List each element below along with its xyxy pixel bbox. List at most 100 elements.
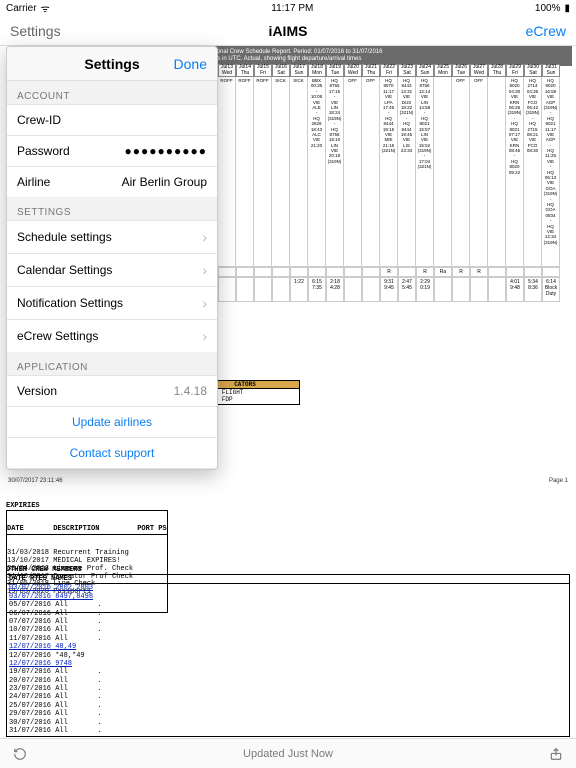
bottom-toolbar: Updated Just Now (0, 738, 576, 768)
grid-foot-val (272, 277, 290, 302)
chevron-right-icon: › (202, 229, 207, 245)
crew-row[interactable]: 12/07/2016 48,49 (7, 643, 569, 651)
grid-foot-label (272, 267, 290, 277)
grid-foot-val (254, 277, 272, 302)
crew-row: 20/07/2016 All . (7, 677, 569, 685)
crew-row: 07/07/2016 All . (7, 618, 569, 626)
other-crew-header: DATE RTES NAMES (7, 575, 569, 584)
grid-foot-label (326, 267, 344, 277)
page-meta: 30/07/2017 23:11:46 Page 1 (8, 478, 568, 484)
row-password[interactable]: Password ●●●●●●●●●● (7, 135, 217, 166)
grid-foot-label (524, 267, 542, 277)
grid-cell: BBX 00:35 - 10:08 VIE ALE - HQ 2629 18:4… (308, 77, 326, 267)
crew-row: 23/07/2016 All . (7, 685, 569, 693)
crew-row: 25/07/2016 All . (7, 702, 569, 710)
contact-support-button[interactable]: Contact support (7, 437, 217, 469)
crew-row: 24/07/2016 All . (7, 693, 569, 701)
grid-foot-val (362, 277, 380, 302)
grid-foot-val (236, 277, 254, 302)
grid-foot-label: Ra (434, 267, 452, 277)
grid-foot-val: 6:15 7:35 (308, 277, 326, 302)
expiries-header: DATE DESCRIPTION PORT PS (7, 526, 167, 535)
grid-foot-val: 1:22 (290, 277, 308, 302)
grid-foot-label (236, 267, 254, 277)
grid-foot-val: 6:14 Block Duty (542, 277, 560, 302)
crew-row[interactable]: 12/07/2016 9748 (7, 660, 569, 668)
grid-foot-val (470, 277, 488, 302)
grid-cell: ROFF (254, 77, 272, 267)
notification-settings-label: Notification Settings (17, 296, 123, 310)
grid-head-cell: Jul17Sun (290, 64, 308, 77)
grid-foot-label (218, 267, 236, 277)
grid-cell (488, 77, 506, 267)
grid-foot-val: 2:18 4:28 (326, 277, 344, 302)
grid-head-cell: Jul20Wed (344, 64, 362, 77)
grid-cell: ROFF (236, 77, 254, 267)
grid-cell: HQ 8755 17:15 - VIE LIN 18:24 (319N) - H… (326, 77, 344, 267)
grid-head-cell: Jul21Thu (362, 64, 380, 77)
grid-cell: HQ 8756 12:14 VIE LIN 14:58 - HQ 8021 15… (416, 77, 434, 267)
grid-foot-label (506, 267, 524, 277)
crew-row: 11/07/2016 All . (7, 635, 569, 643)
grid-cell: HQ 8020 04:30 VIE KRN 06:26 (319N) - HQ … (506, 77, 524, 267)
grid-foot-label (542, 267, 560, 277)
nav-title: iAIMS (269, 23, 308, 39)
row-version: Version 1.4.18 (7, 375, 217, 406)
schedule-settings-label: Schedule settings (17, 230, 112, 244)
nav-settings-button[interactable]: Settings (10, 23, 61, 39)
version-label: Version (17, 384, 57, 398)
battery-icon: ▮ (564, 3, 570, 14)
popover-title: Settings (84, 56, 139, 72)
grid-head-cell: Jul14Thu (236, 64, 254, 77)
row-crew-id[interactable]: Crew-ID (7, 104, 217, 135)
grid-foot-label (362, 267, 380, 277)
expiries-title: EXPIRIES (6, 502, 168, 510)
chevron-right-icon: › (202, 262, 207, 278)
crew-row: 06/07/2016 All . (7, 610, 569, 618)
grid-foot-val (218, 277, 236, 302)
status-time: 11:17 PM (271, 3, 313, 14)
grid-head-cell: Jul15Fri (254, 64, 272, 77)
grid-foot-label (488, 267, 506, 277)
grid-cell: HQ 8570 11:17 VIE LPA 17:46 - HQ 8444 19… (380, 77, 398, 267)
password-value: ●●●●●●●●●● (125, 144, 207, 158)
toolbar-status: Updated Just Now (243, 748, 333, 760)
section-application: APPLICATION (7, 352, 217, 375)
row-calendar-settings[interactable]: Calendar Settings › (7, 253, 217, 286)
crew-row[interactable]: 03/07/2016 8497,8498 (7, 593, 569, 601)
settings-popover: Settings Done ACCOUNT Crew-ID Password ●… (6, 46, 218, 470)
grid-cell: OFF (452, 77, 470, 267)
done-button[interactable]: Done (174, 56, 207, 72)
nav-ecrew-button[interactable]: eCrew (526, 23, 566, 39)
refresh-icon[interactable] (12, 746, 28, 762)
ecrew-settings-label: eCrew Settings (17, 329, 98, 343)
grid-foot-label (344, 267, 362, 277)
grid-foot-val (488, 277, 506, 302)
grid-cell: HQ 2714 04:35 VIE FCO 05:42 (319N) - HQ … (524, 77, 542, 267)
grid-cell: SICK (290, 77, 308, 267)
status-battery-pct: 100% (535, 3, 561, 14)
grid-foot-label (290, 267, 308, 277)
chevron-right-icon: › (202, 328, 207, 344)
row-schedule-settings[interactable]: Schedule settings › (7, 220, 217, 253)
content-area: National Crew Schedule Report. Period: 0… (0, 46, 576, 738)
grid-head-cell: Jul16Sat (272, 64, 290, 77)
grid-head-cell: Jul23Sat (398, 64, 416, 77)
crew-row[interactable]: 03/07/2016 2802,2803 (7, 584, 569, 592)
grid-foot-label (308, 267, 326, 277)
other-crew-title: OTHER CREW MEMBERS (6, 566, 570, 574)
share-icon[interactable] (548, 746, 564, 762)
row-airline[interactable]: Airline Air Berlin Group (7, 166, 217, 197)
grid-head-cell: Jul28Thu (488, 64, 506, 77)
crew-row: 19/07/2016 All . (7, 668, 569, 676)
grid-foot-val: 9:31 9:45 (380, 277, 398, 302)
grid-foot-label: R (416, 267, 434, 277)
crew-row: 12/07/2016 *48,*49 (7, 652, 569, 660)
status-carrier: Carrier (6, 3, 37, 14)
update-airlines-button[interactable]: Update airlines (7, 406, 217, 437)
row-ecrew-settings[interactable]: eCrew Settings › (7, 319, 217, 352)
report-timestamp: 30/07/2017 23:11:46 (8, 478, 63, 484)
popover-header: Settings Done (7, 47, 217, 81)
row-notification-settings[interactable]: Notification Settings › (7, 286, 217, 319)
password-label: Password (17, 144, 70, 158)
